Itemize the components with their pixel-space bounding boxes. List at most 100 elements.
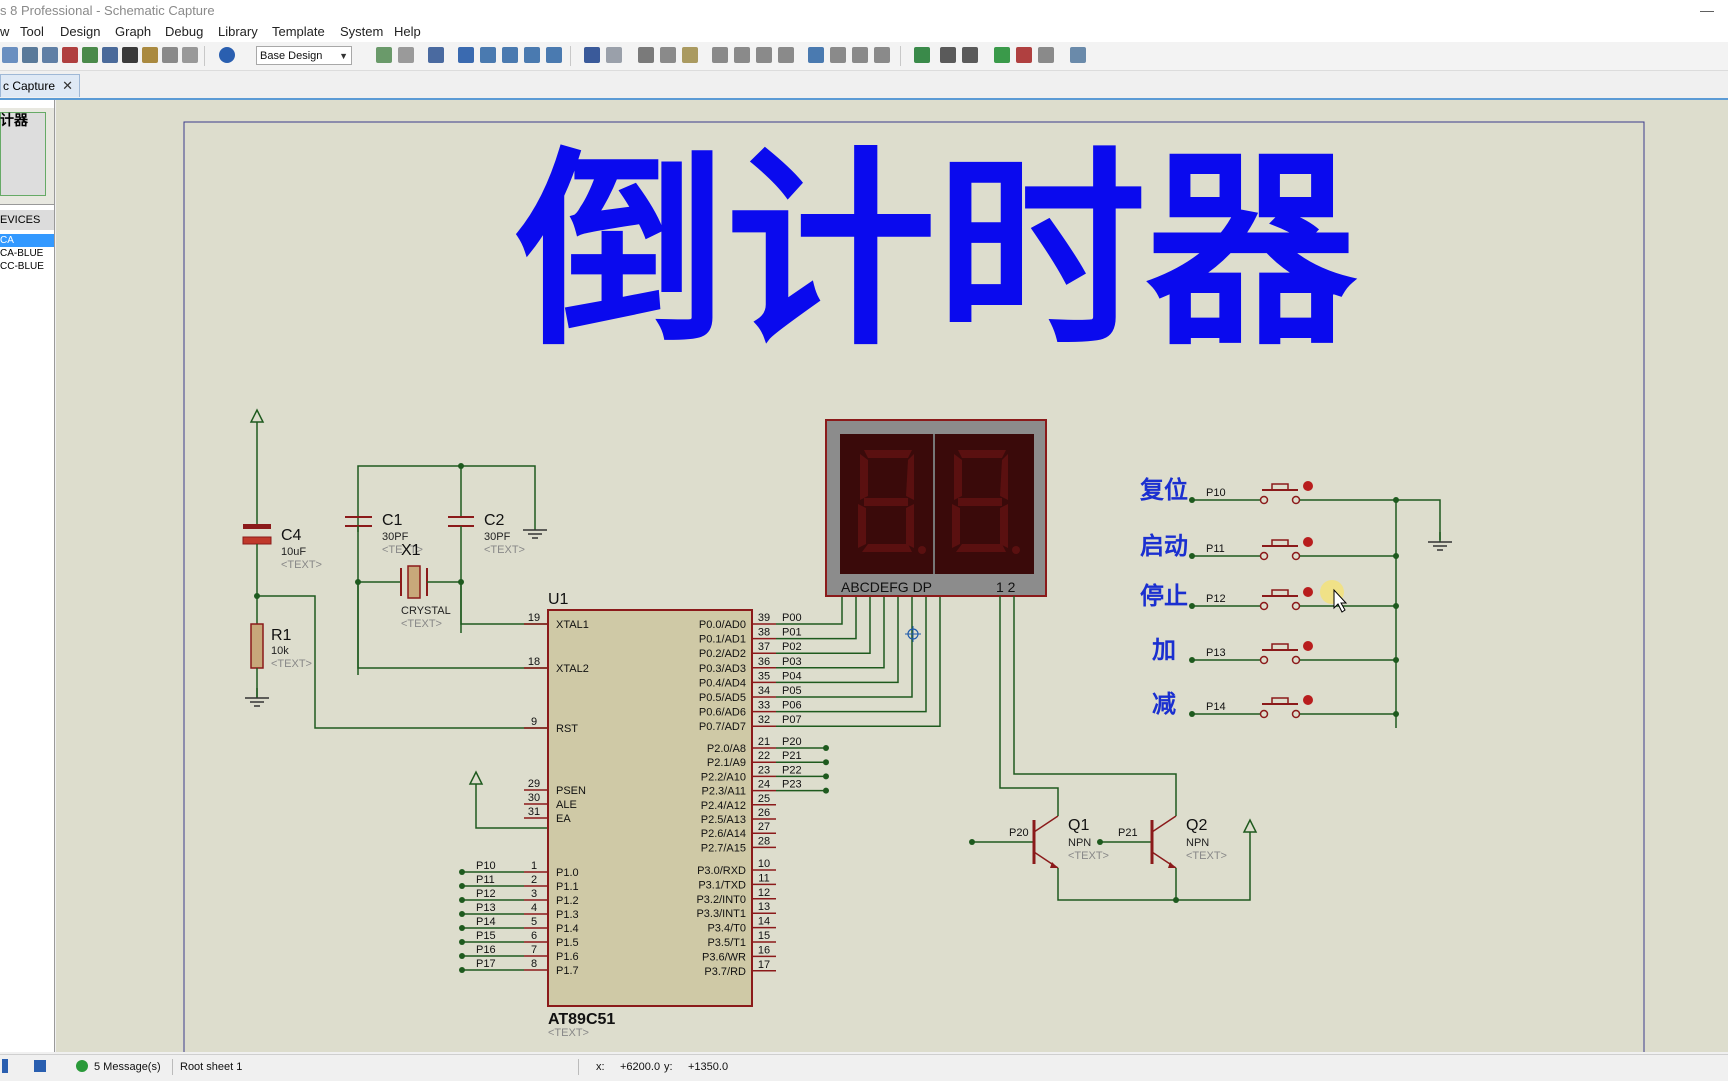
menu-view[interactable]: w [0, 24, 9, 39]
package-tool-icon[interactable] [852, 47, 868, 63]
zoom-out-icon[interactable] [502, 47, 518, 63]
board-icon[interactable] [122, 47, 138, 63]
minimize-button[interactable]: — [1700, 2, 1714, 18]
zoom-area-icon[interactable] [546, 47, 562, 63]
pin-number: 37 [758, 641, 770, 653]
cut-icon[interactable] [638, 47, 654, 63]
pin-name: P2.2/A10 [701, 771, 746, 783]
forward-icon[interactable] [102, 47, 118, 63]
chip-icon[interactable] [62, 47, 78, 63]
new-sheet-icon[interactable] [994, 47, 1010, 63]
undo-icon[interactable] [584, 47, 600, 63]
pick-device-icon[interactable] [808, 47, 824, 63]
ea-wire [475, 794, 556, 829]
home-icon[interactable] [22, 47, 38, 63]
net-label: P14 [476, 916, 496, 928]
help-icon[interactable] [219, 47, 235, 63]
net-label: P12 [476, 888, 496, 900]
decompose-icon[interactable] [874, 47, 890, 63]
menu-design[interactable]: Design [60, 24, 100, 39]
origin-icon[interactable] [428, 47, 444, 63]
button-p10[interactable]: 复位 P10 [1139, 476, 1399, 505]
pan-icon[interactable] [458, 47, 474, 63]
schematic-canvas[interactable]: 倒计时器 C4 10uF <TEXT> R1 10k <TEXT> C1 30P… [56, 100, 1728, 1052]
report-icon[interactable] [182, 47, 198, 63]
menu-graph[interactable]: Graph [115, 24, 151, 39]
device-item[interactable]: CC-BLUE [0, 260, 54, 273]
export-icon[interactable] [142, 47, 158, 63]
pin-name: P0.2/AD2 [699, 648, 746, 660]
zoom-all-icon[interactable] [524, 47, 540, 63]
pin-name: P3.7/RD [704, 966, 746, 978]
back-icon[interactable] [82, 47, 98, 63]
menu-help[interactable]: Help [394, 24, 421, 39]
button-indicator [1303, 695, 1313, 705]
pin-name: P1.4 [556, 923, 579, 935]
net-label: P15 [476, 930, 496, 942]
make-device-icon[interactable] [830, 47, 846, 63]
pin-number: 16 [758, 944, 770, 956]
net-label: P21 [782, 750, 802, 762]
menu-tool[interactable]: Tool [20, 24, 44, 39]
remove-sheet-icon[interactable] [1016, 47, 1032, 63]
menu-system[interactable]: System [340, 24, 383, 39]
block-copy-icon[interactable] [712, 47, 728, 63]
net-label: P20 [782, 736, 802, 748]
block-rotate-icon[interactable] [756, 47, 772, 63]
copy-icon[interactable] [660, 47, 676, 63]
zoom-in-icon[interactable] [480, 47, 496, 63]
component-icon[interactable] [42, 47, 58, 63]
toolbar-icon-1[interactable] [2, 47, 18, 63]
button-p13[interactable]: 加 P13 [1152, 637, 1399, 665]
device-item[interactable]: CA-BLUE [0, 247, 54, 260]
button-indicator [1303, 537, 1313, 547]
u1-part: AT89C51 [548, 1011, 615, 1028]
net-label: P02 [782, 641, 802, 653]
tab-schematic-capture[interactable]: c Capture ✕ [0, 74, 80, 97]
net-label: P06 [782, 700, 802, 712]
block-move-icon[interactable] [734, 47, 750, 63]
pin-name: P2.1/A9 [707, 757, 746, 769]
messages-count[interactable]: 5 Message(s) [94, 1061, 161, 1073]
stop-icon[interactable] [34, 1060, 46, 1072]
exit-to-parent-icon[interactable] [1038, 47, 1054, 63]
wire-autorouter-icon[interactable] [914, 47, 930, 63]
r1-resistor[interactable] [244, 596, 270, 707]
left-panel: 计器 EVICES CA CA-BLUE CC-BLUE [0, 100, 55, 1052]
button-indicator [1303, 587, 1313, 597]
pin-name: P3.5/T1 [707, 937, 746, 949]
redo-icon[interactable] [606, 47, 622, 63]
pin-name: P1.2 [556, 895, 579, 907]
search-icon[interactable] [940, 47, 956, 63]
c4-capacitor[interactable] [242, 409, 272, 596]
button-p12[interactable]: 停止 P12 [1140, 582, 1399, 611]
property-tool-icon[interactable] [962, 47, 978, 63]
pin-name: P2.5/A13 [701, 814, 746, 826]
status-separator [578, 1059, 579, 1075]
grid-icon[interactable] [398, 47, 414, 63]
menu-debug[interactable]: Debug [165, 24, 203, 39]
pin-number: 29 [528, 778, 540, 790]
overview-preview[interactable]: 计器 [0, 108, 54, 205]
button-p14[interactable]: 减 P14 [1152, 691, 1399, 719]
button-p11[interactable]: 启动 P11 [1140, 532, 1399, 561]
design-selector[interactable]: Base Design ▼ [256, 46, 352, 65]
push-buttons: 复位 P10 启动 P11 停止 P12 加 P13 减 P14 [1139, 476, 1399, 719]
seven-segment-display[interactable] [825, 419, 1047, 597]
close-icon[interactable]: ✕ [62, 75, 73, 97]
refresh-icon[interactable] [376, 47, 392, 63]
bom-icon[interactable] [162, 47, 178, 63]
netlist-icon[interactable] [1070, 47, 1086, 63]
q2-text: <TEXT> [1186, 850, 1227, 862]
button-indicator [1303, 641, 1313, 651]
block-delete-icon[interactable] [778, 47, 794, 63]
play-icon[interactable] [2, 1059, 8, 1073]
menu-template[interactable]: Template [272, 24, 325, 39]
c2-text: <TEXT> [484, 544, 525, 556]
pin-name: P1.6 [556, 951, 579, 963]
menu-library[interactable]: Library [218, 24, 258, 39]
x1-crystal[interactable] [358, 565, 461, 599]
device-item[interactable]: CA [0, 234, 54, 247]
paste-icon[interactable] [682, 47, 698, 63]
pin-number: 36 [758, 656, 770, 668]
